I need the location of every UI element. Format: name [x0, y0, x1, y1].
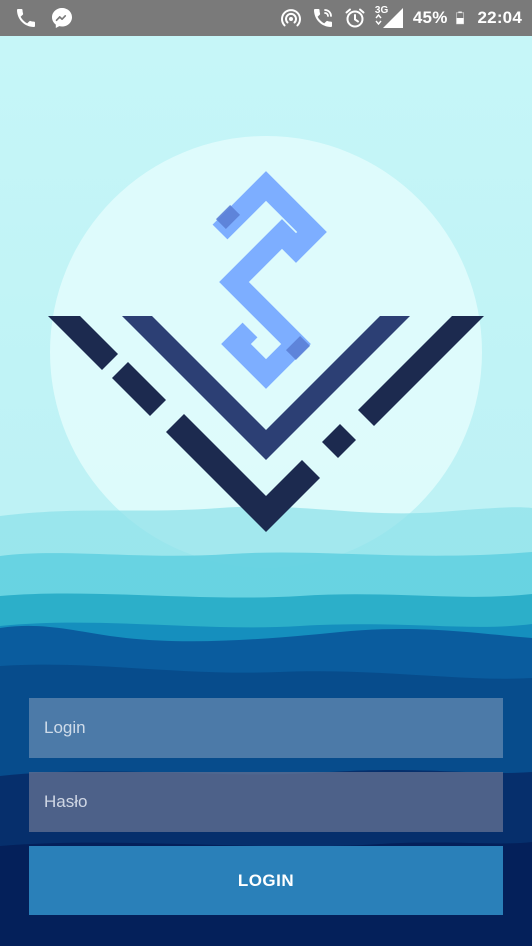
wifi-call-icon — [313, 9, 332, 27]
password-field[interactable] — [29, 772, 503, 832]
status-bar: 3G 45% 22:04 — [0, 0, 532, 36]
battery-percent: 45% — [412, 8, 448, 27]
status-bar-left — [14, 6, 74, 30]
status-bar-right: 3G 45% 22:04 — [279, 0, 522, 36]
login-button[interactable]: LOGIN — [29, 846, 503, 915]
battery-icon — [455, 11, 464, 25]
signal-icon: 3G — [375, 6, 405, 30]
clock: 22:04 — [477, 8, 522, 27]
alarm-icon — [345, 8, 365, 28]
messenger-icon — [52, 8, 72, 28]
phone-icon — [17, 9, 35, 27]
login-field[interactable] — [29, 698, 503, 758]
hotspot-icon — [280, 9, 301, 27]
